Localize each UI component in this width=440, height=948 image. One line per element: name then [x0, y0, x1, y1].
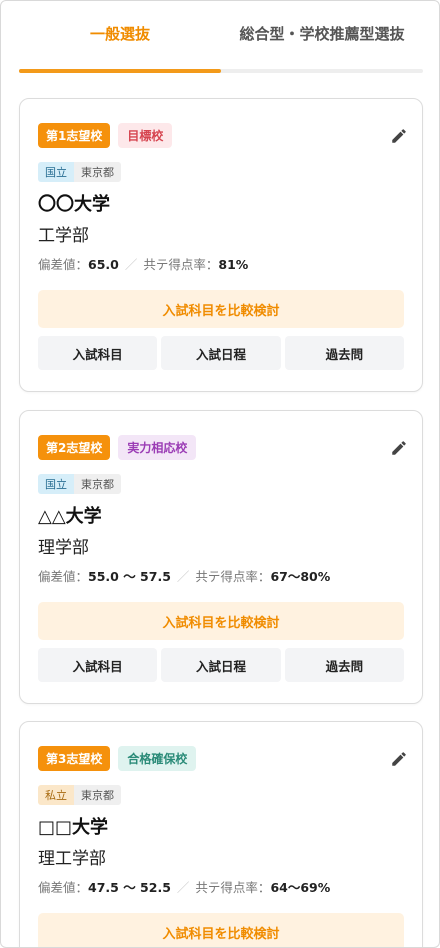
kyotsu-value: 81% — [218, 257, 249, 272]
prefecture-tag: 東京都 — [74, 474, 121, 494]
tag-row: 国立 東京都 — [38, 162, 121, 182]
hensachi-label: 偏差値： — [38, 257, 89, 272]
tag-row: 私立 東京都 — [38, 785, 121, 805]
selection-tabs: 一般選抜 総合型・学校推薦型選抜 — [19, 1, 423, 73]
prefecture-tag: 東京都 — [74, 162, 121, 182]
pencil-icon[interactable] — [390, 127, 408, 145]
tab-general-selection[interactable]: 一般選抜 — [19, 1, 221, 73]
kyotsu-label: 共テ得点率： — [195, 880, 271, 895]
exam-schedule-button[interactable]: 入試日程 — [161, 648, 281, 682]
school-card: 第1志望校 目標校 国立 東京都 〇〇大学 工学部 偏差値：65.0 ／共テ得点率… — [19, 98, 423, 392]
faculty-name: 工学部 — [38, 226, 89, 246]
tab-indicator-track — [19, 69, 423, 73]
category-badge: 実力相応校 — [118, 435, 197, 460]
compare-subjects-button[interactable]: 入試科目を比較検討 — [38, 913, 404, 947]
badge-row: 第2志望校 実力相応校 — [38, 435, 197, 460]
badge-row: 第1志望校 目標校 — [38, 123, 173, 148]
pencil-icon[interactable] — [390, 750, 408, 768]
kyotsu-value: 64〜69% — [270, 880, 331, 895]
kyotsu-label: 共テ得点率： — [143, 257, 219, 272]
compare-subjects-button[interactable]: 入試科目を比較検討 — [38, 602, 404, 640]
badge-row: 第3志望校 合格確保校 — [38, 746, 197, 771]
rank-badge: 第1志望校 — [38, 123, 111, 148]
exam-schedule-button[interactable]: 入試日程 — [161, 336, 281, 370]
category-badge: 目標校 — [118, 123, 173, 148]
school-type-tag: 国立 — [38, 474, 74, 494]
school-card: 第3志望校 合格確保校 私立 東京都 □□大学 理工学部 偏差値：47.5 〜 … — [19, 721, 423, 947]
score-stats: 偏差値：47.5 〜 52.5 ／共テ得点率：64〜69% — [38, 880, 331, 895]
exam-subjects-button[interactable]: 入試科目 — [38, 648, 158, 682]
hensachi-value: 55.0 〜 57.5 — [88, 569, 171, 584]
tag-row: 国立 東京都 — [38, 474, 121, 494]
category-badge: 合格確保校 — [118, 746, 197, 771]
action-row: 入試科目 入試日程 過去問 — [38, 648, 404, 682]
faculty-name: 理工学部 — [38, 849, 106, 869]
rank-badge: 第3志望校 — [38, 746, 111, 771]
kyotsu-value: 67〜80% — [270, 569, 331, 584]
action-row: 入試科目 入試日程 過去問 — [38, 336, 404, 370]
app-frame: 一般選抜 総合型・学校推薦型選抜 第1志望校 目標校 国立 東京都 〇〇大学 工… — [0, 0, 440, 948]
compare-subjects-button[interactable]: 入試科目を比較検討 — [38, 290, 404, 328]
past-exams-button[interactable]: 過去問 — [284, 648, 404, 682]
faculty-name: 理学部 — [38, 538, 89, 558]
hensachi-label: 偏差値： — [38, 569, 89, 584]
score-stats: 偏差値：65.0 ／共テ得点率：81% — [38, 257, 249, 272]
hensachi-value: 47.5 〜 52.5 — [88, 880, 171, 895]
rank-badge: 第2志望校 — [38, 435, 111, 460]
pencil-icon[interactable] — [390, 439, 408, 457]
tab-comprehensive-recommendation[interactable]: 総合型・学校推薦型選抜 — [221, 1, 423, 73]
past-exams-button[interactable]: 過去問 — [284, 336, 404, 370]
prefecture-tag: 東京都 — [74, 785, 121, 805]
tab-active-indicator — [19, 69, 221, 73]
hensachi-value: 65.0 — [88, 257, 119, 272]
kyotsu-label: 共テ得点率： — [195, 569, 271, 584]
school-card: 第2志望校 実力相応校 国立 東京都 △△大学 理学部 偏差値：55.0 〜 5… — [19, 410, 423, 704]
school-type-tag: 国立 — [38, 162, 74, 182]
exam-subjects-button[interactable]: 入試科目 — [38, 336, 158, 370]
school-type-tag: 私立 — [38, 785, 74, 805]
university-name: □□大学 — [38, 817, 109, 838]
university-name: 〇〇大学 — [38, 194, 110, 215]
university-name: △△大学 — [38, 506, 102, 527]
score-stats: 偏差値：55.0 〜 57.5 ／共テ得点率：67〜80% — [38, 569, 331, 584]
hensachi-label: 偏差値： — [38, 880, 89, 895]
